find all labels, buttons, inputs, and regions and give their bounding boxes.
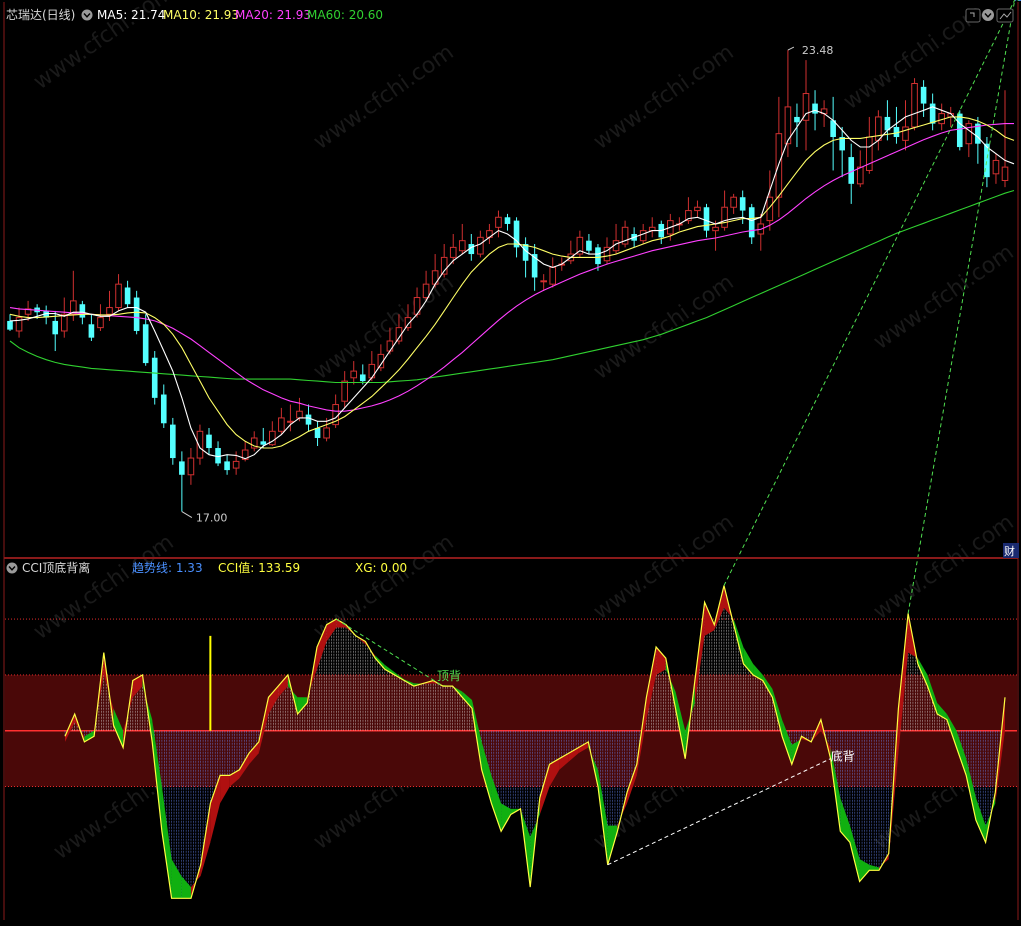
candle-body-down <box>314 427 321 438</box>
ma60-label: MA60: 20.60 <box>307 8 383 22</box>
candle-body-down <box>224 461 230 471</box>
candle-body-down <box>703 207 710 231</box>
high-price-label: 23.48 <box>802 44 834 57</box>
candle-body-down <box>956 113 963 148</box>
candle-body-up <box>458 240 466 252</box>
settings-gear-icon[interactable] <box>982 9 994 21</box>
ma20-label: MA20: 21.93 <box>235 8 311 22</box>
candle-body-up <box>350 370 358 379</box>
candle-body-up <box>992 159 1000 175</box>
candle-body-up <box>902 126 909 141</box>
candle-body-up <box>540 280 547 283</box>
candle-body-up <box>911 83 918 128</box>
candle-body-up <box>449 246 457 258</box>
candle-body-down <box>52 320 59 335</box>
candle-body-up <box>866 136 873 171</box>
candle-body-up <box>232 460 240 469</box>
candle-body-down <box>305 414 312 425</box>
candle-body-down <box>359 374 366 382</box>
chevron-down-icon[interactable] <box>6 562 18 574</box>
candle-body-down <box>179 461 185 475</box>
indicator-title: CCI顶底背离 <box>22 560 90 575</box>
candle-body-down <box>748 207 755 238</box>
low-price-label: 17.00 <box>196 512 228 525</box>
candle[interactable] <box>911 78 918 131</box>
candle-body-up <box>386 340 394 352</box>
candle-body-down <box>142 324 149 364</box>
candle-body-up <box>323 427 330 439</box>
candle-body-up <box>106 307 113 315</box>
candle[interactable] <box>956 110 963 151</box>
finance-tab-label: 财 <box>1004 544 1015 558</box>
candle-body-down <box>260 441 267 445</box>
candle-body-up <box>495 216 502 228</box>
candle-body-down <box>739 197 746 211</box>
candle-body-up <box>875 116 882 141</box>
xg-value-label: XG: 0.00 <box>355 561 407 575</box>
candle-body-up <box>712 226 719 232</box>
stock-title: 芯瑞达(日线) <box>6 8 75 22</box>
candle-body-down <box>595 247 601 265</box>
chart-window: www.cfchi.com www.cfchi.com www.cfchi.com w… <box>0 0 1021 922</box>
candle-body-up <box>694 206 701 212</box>
trend-line-label: 趋势线: 1.33 <box>132 561 203 575</box>
candle[interactable] <box>170 417 176 465</box>
candle-body-down <box>170 424 176 459</box>
candle-body-down <box>151 357 158 398</box>
ma5-label: MA5: 21.74 <box>97 8 165 22</box>
candle-body-up <box>639 230 647 242</box>
candle-body-down <box>812 103 818 114</box>
candle-body-up <box>1001 166 1009 181</box>
candle-body-up <box>730 196 737 208</box>
candle-body-down <box>794 116 800 123</box>
candle-body-down <box>124 287 131 305</box>
window-controls <box>965 8 1014 23</box>
candle-body-up <box>549 266 557 285</box>
candle-body-down <box>504 217 511 224</box>
candle-body-up <box>856 166 864 185</box>
main-collapse-button[interactable] <box>81 9 93 21</box>
candle-body-down <box>160 394 167 424</box>
candle-body-up <box>477 236 484 255</box>
candle-body-up <box>965 123 973 145</box>
candle-body-up <box>422 283 430 299</box>
candle-body-down <box>7 320 13 330</box>
cci-value-label: CCI值: 133.59 <box>218 560 300 575</box>
candle-body-down <box>206 434 212 449</box>
candle-body-up <box>278 417 285 432</box>
candle-body-down <box>586 240 592 251</box>
candle-body-up <box>341 380 348 402</box>
bottom-divergence-label: 底背 <box>831 749 855 764</box>
candle-body-up <box>721 206 728 228</box>
candle-body-down <box>920 86 927 104</box>
sub-collapse-button[interactable] <box>6 562 18 574</box>
candle-body-up <box>296 410 303 419</box>
candle-body-up <box>97 317 104 329</box>
candle[interactable] <box>151 351 158 405</box>
restore-button[interactable] <box>965 8 981 23</box>
candle-body-down <box>133 297 140 331</box>
chart-canvas: www.cfchi.comwww.cfchi.com www.cfchi.com w… <box>0 0 1021 922</box>
candle-body-down <box>79 304 86 318</box>
chevron-down-icon[interactable] <box>81 9 93 21</box>
candle-body-up <box>187 457 195 476</box>
candle-body-up <box>115 283 122 309</box>
top-divergence-label: 顶背 <box>437 669 461 683</box>
ma10-label: MA10: 21.93 <box>163 8 239 22</box>
candle-body-down <box>88 324 95 338</box>
candle-body-up <box>287 420 294 423</box>
